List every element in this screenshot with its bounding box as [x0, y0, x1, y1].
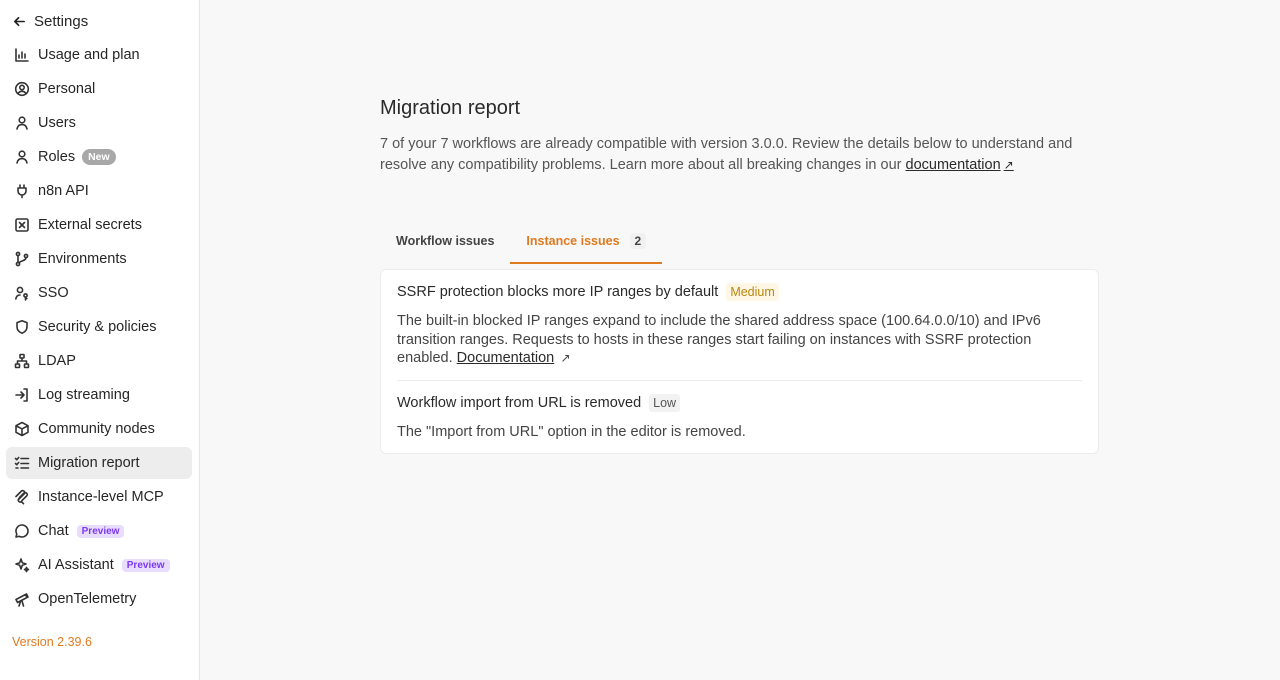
sidebar-item-label: External secrets	[38, 217, 142, 233]
issue-description: The built-in blocked IP ranges expand to…	[397, 312, 1082, 368]
list-checks-icon	[14, 455, 30, 471]
sidebar-item-label: Community nodes	[38, 421, 155, 437]
sidebar-item-label: Users	[38, 115, 76, 131]
sidebar-item-label: Migration report	[38, 455, 140, 471]
sidebar-item-chat[interactable]: Chat Preview	[6, 515, 192, 547]
user-circle-icon	[14, 81, 30, 97]
sidebar-item-environments[interactable]: Environments	[6, 243, 192, 275]
sidebar-item-label: Instance-level MCP	[38, 489, 164, 505]
sidebar-item-personal[interactable]: Personal	[6, 73, 192, 105]
external-link-icon: ↗	[557, 351, 571, 365]
sidebar-item-label: Environments	[38, 251, 127, 267]
issues-card: SSRF protection blocks more IP ranges by…	[380, 269, 1099, 454]
log-in-icon	[14, 387, 30, 403]
issue-title: SSRF protection blocks more IP ranges by…	[397, 284, 719, 300]
sidebar-item-external-secrets[interactable]: External secrets	[6, 209, 192, 241]
page-title: Migration report	[380, 97, 521, 119]
version-label: Version 2.39.6	[12, 635, 92, 649]
sidebar-item-log-streaming[interactable]: Log streaming	[6, 379, 192, 411]
user-icon	[14, 149, 30, 165]
sidebar-item-community-nodes[interactable]: Community nodes	[6, 413, 192, 445]
sidebar-item-n8n-api[interactable]: n8n API	[6, 175, 192, 207]
severity-badge: Low	[649, 393, 681, 412]
user-key-icon	[14, 285, 30, 301]
sidebar-item-migration-report[interactable]: Migration report	[6, 447, 192, 479]
page-description: 7 of your 7 workflows are already compat…	[380, 134, 1100, 176]
tab-workflow-issues[interactable]: Workflow issues	[380, 217, 510, 264]
tab-count-badge: 2	[629, 232, 647, 249]
mcp-icon	[14, 489, 30, 505]
sidebar-item-security[interactable]: Security & policies	[6, 311, 192, 343]
documentation-link-label: documentation	[905, 157, 1001, 173]
telescope-icon	[14, 591, 30, 607]
tab-label: Workflow issues	[396, 233, 495, 248]
external-link-icon: ↗	[1003, 158, 1014, 172]
issue-link-label: Documentation	[456, 350, 555, 366]
sidebar-item-label: Usage and plan	[38, 47, 140, 63]
plug-icon	[14, 183, 30, 199]
user-icon	[14, 115, 30, 131]
tab-label: Instance issues	[526, 233, 620, 248]
settings-sidebar: Settings Usage and plan Personal Users R…	[0, 0, 200, 680]
sidebar-item-label: Roles	[38, 149, 76, 165]
sidebar-item-roles[interactable]: Roles New	[6, 141, 192, 173]
chat-icon	[14, 523, 30, 539]
sidebar-item-label: n8n API	[38, 183, 89, 199]
issue-item: Workflow import from URL is removed Low …	[397, 379, 1082, 454]
sidebar-item-ai-assistant[interactable]: AI Assistant Preview	[6, 549, 192, 581]
box-icon	[14, 421, 30, 437]
network-icon	[14, 353, 30, 369]
sidebar-item-label: LDAP	[38, 353, 76, 369]
sidebar-item-label: SSO	[38, 285, 69, 301]
sidebar-item-users[interactable]: Users	[6, 107, 192, 139]
issue-item: SSRF protection blocks more IP ranges by…	[397, 270, 1082, 380]
sidebar-item-label: Security & policies	[38, 319, 157, 335]
severity-badge: Medium	[726, 283, 779, 301]
sidebar-item-instance-mcp[interactable]: Instance-level MCP	[6, 481, 192, 513]
back-to-settings-button[interactable]: Settings	[12, 11, 199, 31]
issue-description: The "Import from URL" option in the edit…	[397, 423, 746, 440]
sidebar-item-label: AI Assistant	[38, 557, 114, 573]
issue-tabs: Workflow issues Instance issues 2	[380, 217, 1100, 264]
git-branch-icon	[14, 251, 30, 267]
documentation-link[interactable]: documentation ↗	[906, 157, 1014, 173]
chart-icon	[14, 47, 30, 63]
main-content: Migration report 7 of your 7 workflows a…	[200, 0, 1280, 680]
sidebar-item-ldap[interactable]: LDAP	[6, 345, 192, 377]
sidebar-item-usage[interactable]: Usage and plan	[6, 39, 192, 71]
preview-badge: Preview	[121, 558, 170, 572]
back-label: Settings	[34, 12, 89, 30]
sidebar-item-label: Log streaming	[38, 387, 130, 403]
preview-badge: Preview	[76, 524, 125, 538]
tab-instance-issues[interactable]: Instance issues 2	[510, 217, 663, 264]
x-square-icon	[14, 217, 30, 233]
sidebar-item-label: Chat	[38, 523, 69, 539]
issue-documentation-link[interactable]: Documentation	[457, 350, 555, 366]
sidebar-item-sso[interactable]: SSO	[6, 277, 192, 309]
shield-icon	[14, 319, 30, 335]
issue-title: Workflow import from URL is removed	[397, 394, 642, 411]
new-badge: New	[82, 149, 116, 165]
sparkles-icon	[14, 557, 30, 573]
arrow-left-icon	[14, 16, 25, 26]
sidebar-item-label: Personal	[38, 81, 96, 97]
sidebar-item-opentelemetry[interactable]: OpenTelemetry	[6, 583, 192, 615]
settings-nav: Usage and plan Personal Users Roles New …	[0, 39, 199, 615]
sidebar-item-label: OpenTelemetry	[38, 591, 137, 607]
